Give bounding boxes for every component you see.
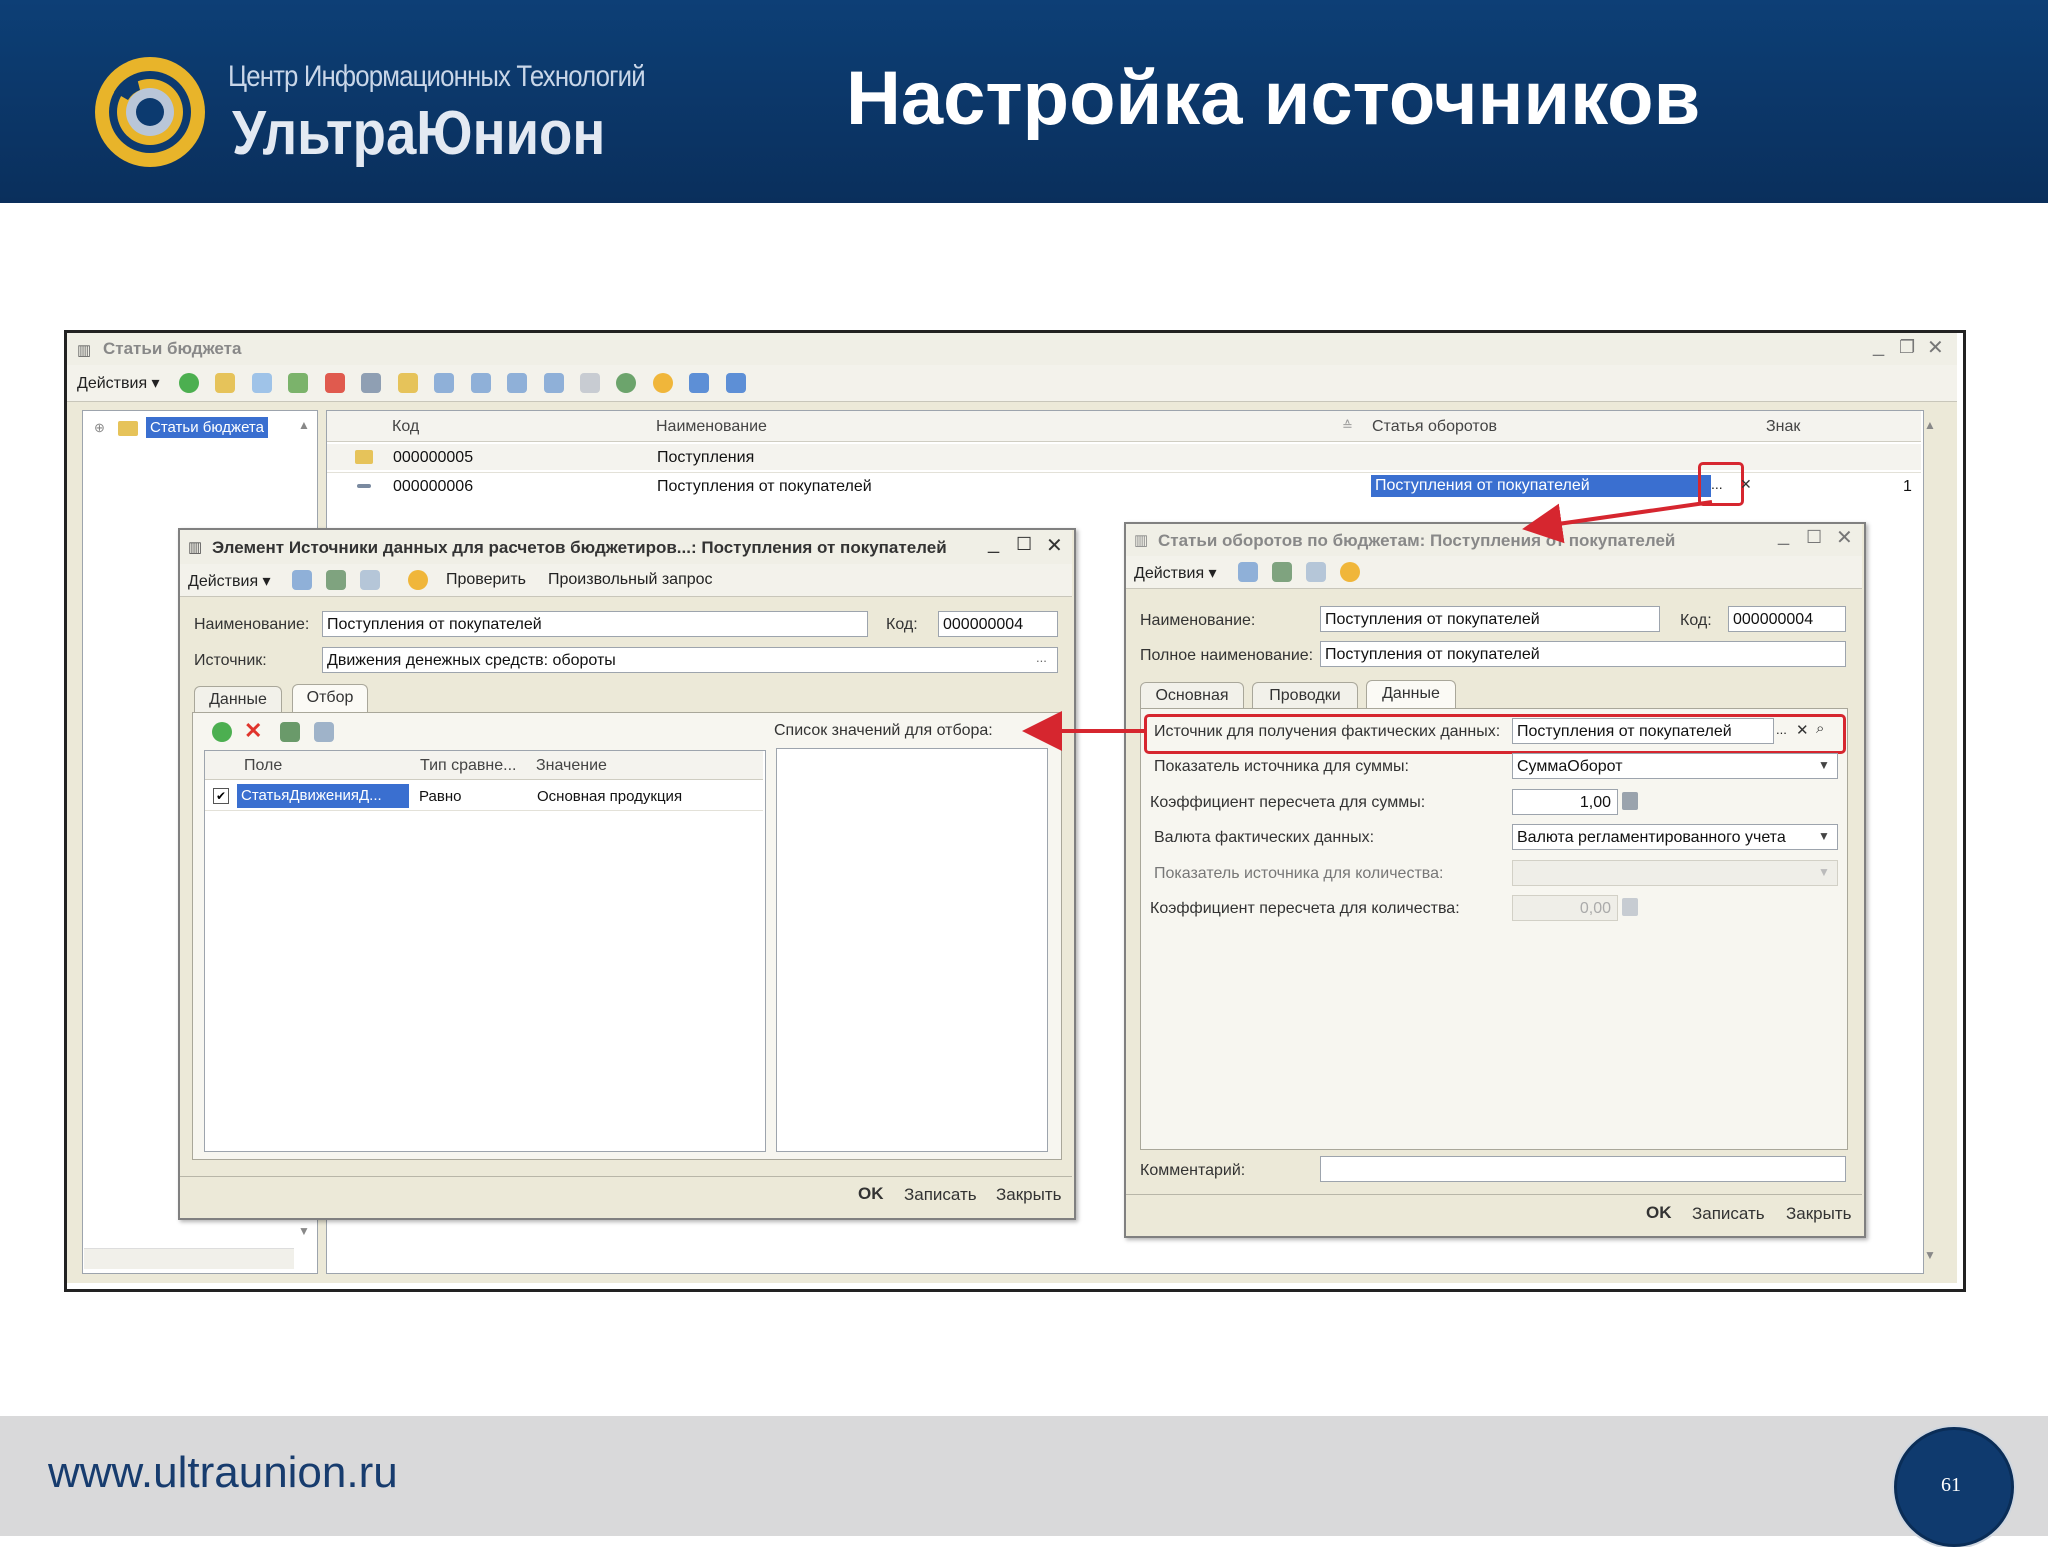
arrow-to-article-window	[1522, 500, 1713, 544]
footer-url: www.ultraunion.ru	[48, 1448, 398, 1497]
page-number: 61	[1941, 1474, 1961, 1496]
annotation-arrows	[1022, 500, 1713, 751]
